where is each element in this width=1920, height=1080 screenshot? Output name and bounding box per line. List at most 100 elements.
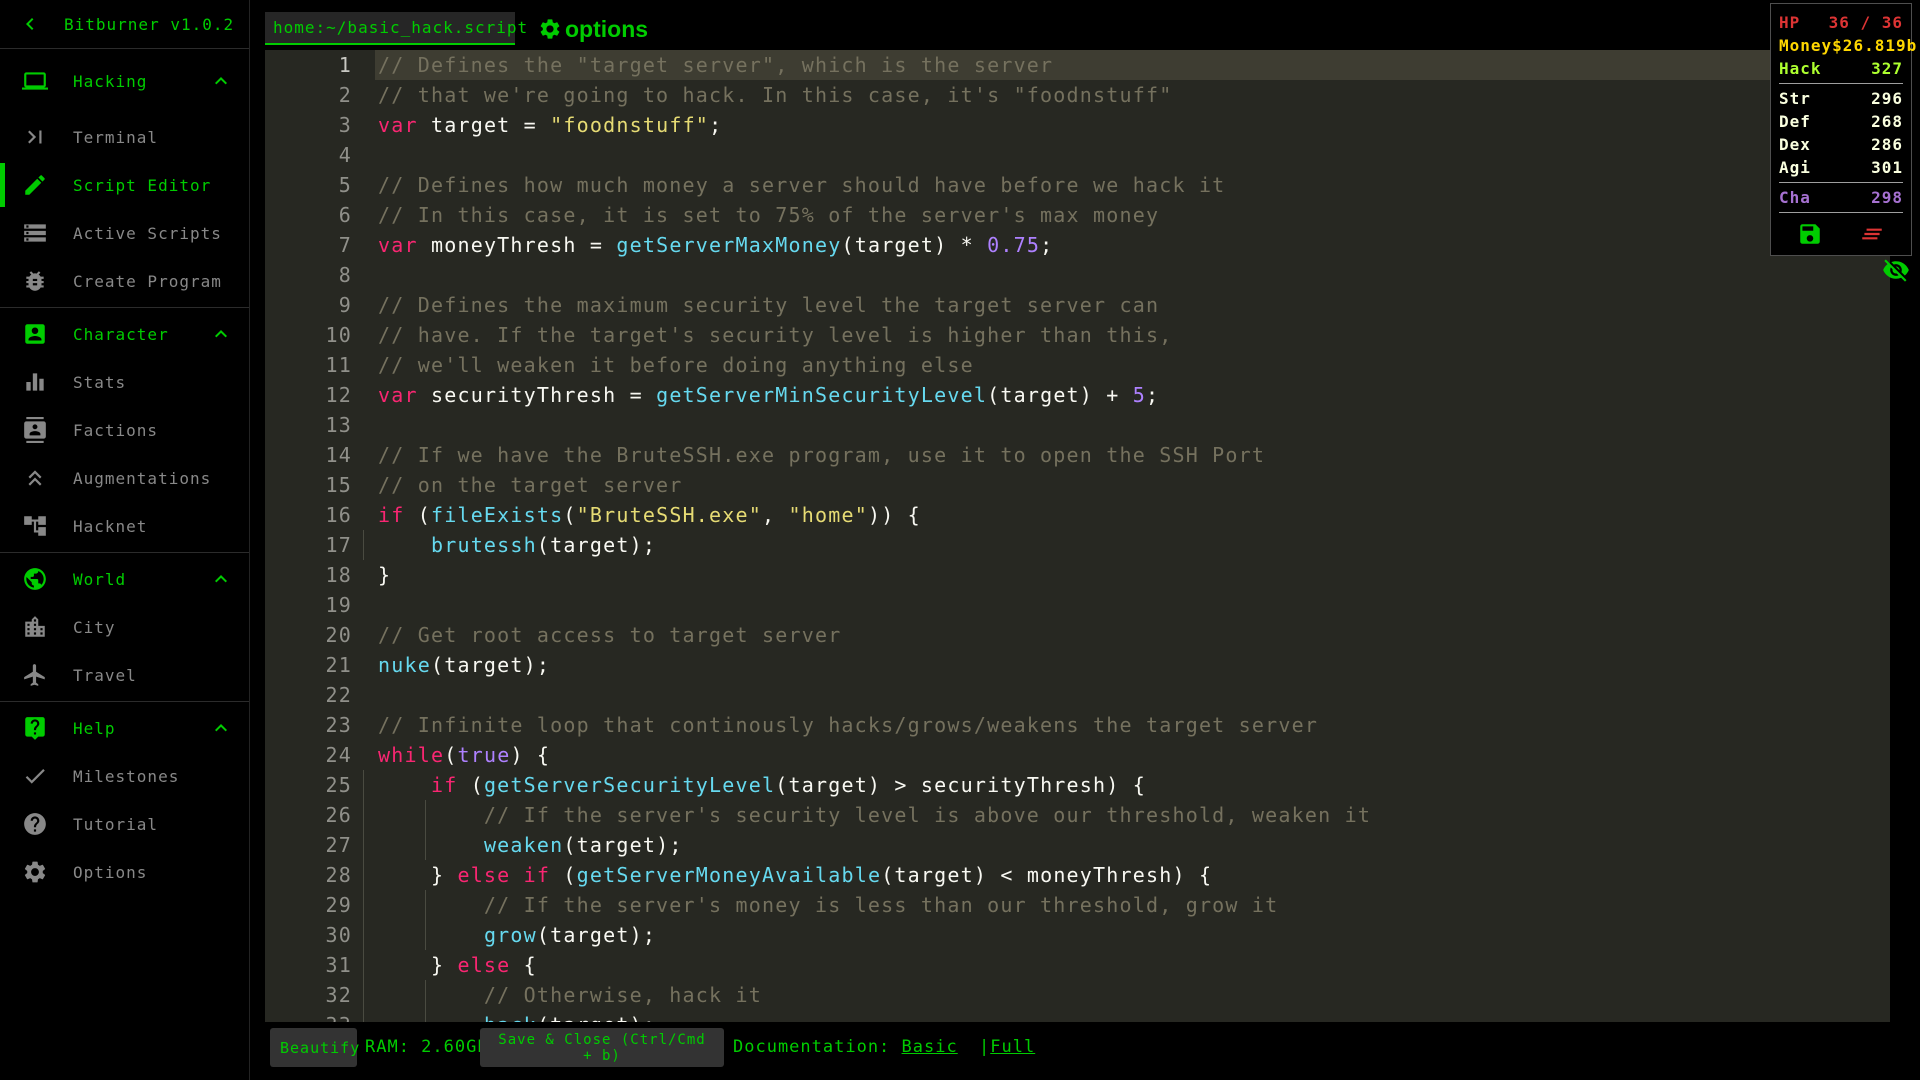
line-number: 26: [325, 803, 352, 827]
sidebar-item-label: Script Editor: [73, 175, 212, 195]
stat-row-money: Money $26.819b: [1779, 34, 1916, 57]
save-game-button[interactable]: [1797, 221, 1823, 247]
sidebar-item-travel[interactable]: Travel: [0, 651, 249, 699]
code-line-14: 14 // If we have the BruteSSH.exe program…: [265, 440, 1890, 470]
stat-row-agi: Agi 301: [1779, 156, 1903, 179]
sidebar-item-milestones[interactable]: Milestones: [0, 752, 249, 800]
code-line-22: 22: [265, 680, 1890, 710]
sidebar-divider: [0, 552, 249, 553]
bug-icon: [22, 268, 48, 294]
sidebar-item-options[interactable]: Options: [0, 848, 249, 896]
person-box-icon: [22, 321, 48, 347]
sidebar-item-factions[interactable]: Factions: [0, 406, 249, 454]
indent-guide: [363, 920, 364, 950]
overview-visibility-toggle[interactable]: [1882, 256, 1910, 284]
stat-value: 268: [1871, 112, 1903, 131]
stat-row-def: Def 268: [1779, 110, 1903, 133]
code-line-18: 18}: [265, 560, 1890, 590]
line-number: 1: [338, 53, 352, 77]
sidebar-item-label: Stats: [73, 372, 127, 392]
sidebar-item-script-editor[interactable]: Script Editor: [0, 161, 249, 209]
line-number: 2: [338, 83, 352, 107]
indent-guide: [363, 950, 364, 980]
code-line-27: 27 weaken(target);: [265, 830, 1890, 860]
sidebar-item-world[interactable]: World: [0, 555, 249, 603]
sidebar-header: Bitburner v1.0.2: [0, 0, 249, 49]
line-number: 31: [325, 953, 352, 977]
code-text: hack(target);: [378, 1010, 656, 1022]
line-number: 7: [338, 233, 352, 257]
overview-divider: [1779, 83, 1903, 84]
sidebar-item-hacknet[interactable]: Hacknet: [0, 502, 249, 550]
line-number: 30: [325, 923, 352, 947]
sidebar-item-label: Hacking: [73, 71, 148, 91]
kill-all-scripts-button[interactable]: [1859, 221, 1885, 247]
sidebar-divider: [0, 701, 249, 702]
sidebar-item-terminal[interactable]: Terminal: [0, 113, 249, 161]
line-number: 33: [265, 1010, 352, 1022]
line-number: 25: [325, 773, 352, 797]
stat-row-dex: Dex 286: [1779, 133, 1903, 156]
chevron-up-icon: [209, 69, 233, 93]
code-line-24: 24 while(true) {: [265, 740, 1890, 770]
indent-guide: [363, 1010, 364, 1022]
line-number: 29: [325, 893, 352, 917]
stat-label: Agi: [1779, 158, 1811, 177]
code-line-20: 20 // Get root access to target server: [265, 620, 1890, 650]
line-number: 10: [325, 323, 352, 347]
line-number: 8: [338, 263, 352, 287]
sidebar-item-character[interactable]: Character: [0, 310, 249, 358]
active-scripts-icon: [22, 220, 48, 246]
eye-off-icon: [1883, 259, 1909, 282]
code-text: // If we have the BruteSSH.exe program, …: [378, 443, 1266, 467]
beautify-button[interactable]: Beautify: [270, 1028, 359, 1067]
documentation-full-link[interactable]: Full: [990, 1037, 1035, 1057]
line-number: 17: [325, 533, 352, 557]
stat-label: Hack: [1779, 59, 1822, 78]
code-line-23: 23 // Infinite loop that continously hack…: [265, 710, 1890, 740]
sidebar-item-tutorial[interactable]: Tutorial: [0, 800, 249, 848]
bitburner-app: { "app": { "title": "Bitburner v1.0.2" }…: [0, 0, 1920, 1080]
code-text: nuke(target);: [378, 653, 551, 677]
stat-label: Def: [1779, 112, 1811, 131]
sidebar-item-help[interactable]: Help: [0, 704, 249, 752]
script-editor-surface[interactable]: 1 // Defines the "target server", which i…: [265, 50, 1890, 1022]
sidebar-item-create-program[interactable]: Create Program: [0, 257, 249, 305]
line-number: 19: [325, 593, 352, 617]
stat-row-str: Str 296: [1779, 87, 1903, 110]
line-number: 11: [325, 353, 352, 377]
code-text: // Defines the maximum security level th…: [378, 293, 1160, 317]
indent-guide: [363, 980, 364, 1010]
line-number: 21: [325, 653, 352, 677]
chevron-up-icon: [209, 716, 233, 740]
code-line-31: 31 } else {: [265, 950, 1890, 980]
sidebar-item-augmentations[interactable]: Augmentations: [0, 454, 249, 502]
sidebar-item-label: Terminal: [73, 127, 159, 147]
stat-label: Money: [1779, 36, 1833, 55]
collapse-sidebar-button[interactable]: [18, 12, 42, 36]
sidebar-item-stats[interactable]: Stats: [0, 358, 249, 406]
documentation-basic-link[interactable]: Basic: [902, 1037, 958, 1057]
chevron-left-icon: [26, 18, 34, 30]
documentation-bar: Documentation: Basic |Full: [733, 1028, 1035, 1067]
sidebar-item-city[interactable]: City: [0, 603, 249, 651]
overview-actions: [1779, 216, 1903, 247]
globe-icon: [22, 566, 48, 592]
line-number: 5: [338, 173, 352, 197]
overview-divider: [1779, 212, 1903, 213]
code-line-4: 4: [265, 140, 1890, 170]
code-line-15: 15 // on the target server: [265, 470, 1890, 500]
sidebar-item-label: Tutorial: [73, 814, 159, 834]
tab-open-script[interactable]: home:~/basic_hack.script: [265, 12, 527, 45]
sidebar-item-active-scripts[interactable]: Active Scripts: [0, 209, 249, 257]
sidebar-item-hacking[interactable]: Hacking: [0, 57, 249, 105]
active-item-indicator: [0, 163, 5, 207]
code-text: // If the server's security level is abo…: [378, 803, 1372, 827]
save-close-button[interactable]: Save & Close (Ctrl/Cmd + b): [480, 1028, 724, 1067]
sidebar-item-label: Create Program: [73, 271, 222, 291]
code-text: if (fileExists("BruteSSH.exe", "home")) …: [378, 503, 921, 527]
sidebar-divider: [0, 307, 249, 308]
sidebar-item-label: Options: [73, 862, 148, 882]
code-text: // Infinite loop that continously hacks/…: [378, 713, 1319, 737]
editor-options-button[interactable]: options: [538, 14, 648, 44]
